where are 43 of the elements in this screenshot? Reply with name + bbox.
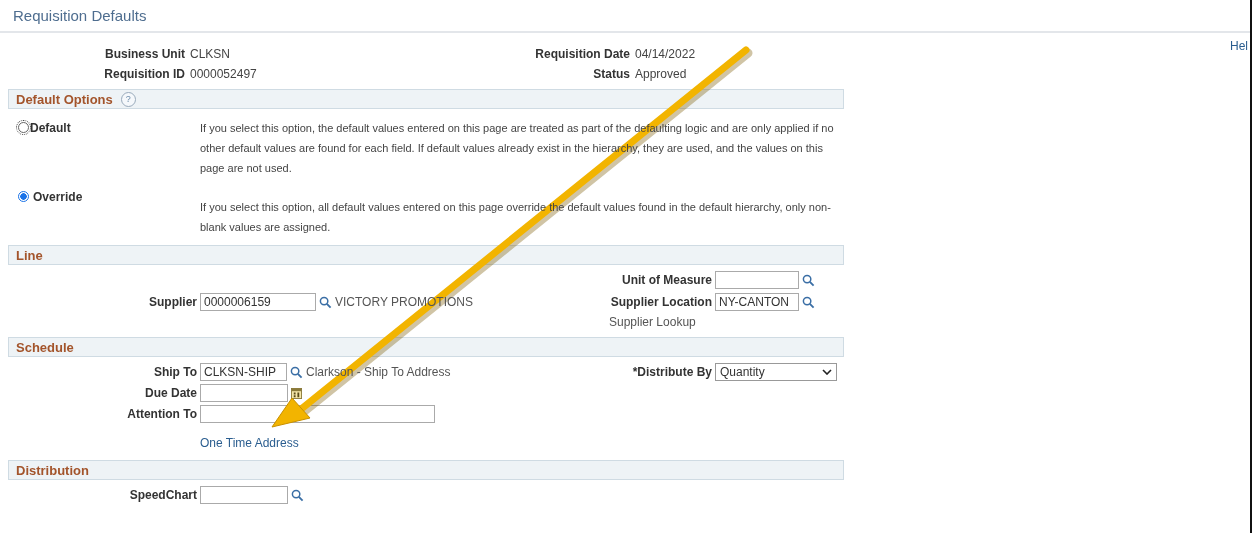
section-title: Default Options: [16, 91, 113, 107]
search-icon[interactable]: [290, 365, 303, 379]
supplier-field[interactable]: 0000006159: [200, 293, 316, 311]
field-label: Attention To: [126, 407, 197, 421]
field-value: CLKSN: [190, 47, 231, 61]
supplier-lookup-link[interactable]: Supplier Lookup: [609, 315, 696, 329]
search-icon[interactable]: [802, 295, 815, 309]
speedchart-field[interactable]: [200, 486, 288, 504]
help-link[interactable]: Hel: [1230, 39, 1248, 51]
field-label: Requisition ID: [103, 67, 185, 81]
radio-option[interactable]: Override: [0, 190, 200, 237]
field-label: Due Date: [144, 386, 197, 400]
field-label: *Distribute By: [631, 365, 712, 379]
field-value: 0000052497: [190, 67, 258, 81]
field-value: 04/14/2022: [635, 47, 697, 61]
due-date-field[interactable]: [200, 384, 288, 402]
unit-of-measure-field[interactable]: [715, 271, 799, 289]
field-label: Supplier Location: [609, 295, 712, 309]
field-label: SpeedChart: [128, 488, 197, 502]
field-value: Approved: [635, 67, 688, 81]
field-label: Status: [592, 67, 630, 81]
distribute-by-dropdown[interactable]: Quantity: [715, 363, 837, 381]
section-title: Schedule: [16, 339, 74, 355]
radio-button[interactable]: [18, 122, 29, 133]
radio-button[interactable]: [18, 191, 29, 202]
help-icon[interactable]: ?: [120, 91, 136, 107]
search-icon[interactable]: [802, 273, 815, 287]
field-label: Business Unit: [104, 47, 185, 61]
radio-option[interactable]: Default: [0, 121, 200, 178]
section-title: Line: [16, 247, 43, 263]
field-label: Unit of Measure: [621, 273, 712, 287]
search-icon[interactable]: [319, 295, 332, 309]
one-time-address-link[interactable]: One Time Address: [200, 436, 299, 450]
ship-to-field[interactable]: CLKSN-SHIP: [200, 363, 287, 381]
calendar-icon[interactable]: [291, 387, 302, 399]
page-title: Requisition Defaults: [13, 7, 147, 24]
caret-icon: [822, 369, 832, 375]
field-label: Requisition Date: [534, 47, 630, 61]
search-icon[interactable]: [291, 488, 304, 502]
field-label: Ship To: [152, 365, 197, 379]
supplier-location-field[interactable]: NY-CANTON: [715, 293, 799, 311]
section-title: Distribution: [16, 462, 89, 478]
field-label: Supplier: [148, 295, 197, 309]
